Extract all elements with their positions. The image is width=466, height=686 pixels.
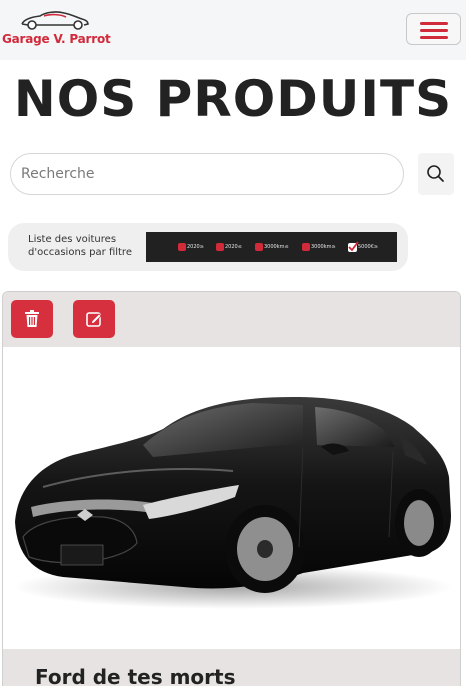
car-logo-icon bbox=[21, 11, 89, 30]
product-image[interactable] bbox=[3, 347, 460, 649]
edit-icon bbox=[86, 312, 102, 327]
filter-year-min[interactable]: 2020≥ bbox=[178, 242, 204, 252]
checkbox-checked[interactable] bbox=[348, 240, 359, 252]
filter-panel: Liste des voitures d'occasions par filtr… bbox=[8, 223, 408, 271]
search-input[interactable] bbox=[10, 153, 404, 195]
page-title: NOS PRODUITS bbox=[13, 70, 453, 128]
menu-toggle-button[interactable] bbox=[406, 13, 461, 45]
filter-options: 2020≥ 2020≤ 3000km≤ 3000km≥ 5000€≥ bbox=[146, 232, 397, 262]
brand-logo[interactable]: Garage V. Parrot bbox=[2, 6, 111, 52]
checkbox[interactable] bbox=[255, 243, 263, 251]
filter-price-min[interactable]: 5000€≥ bbox=[348, 240, 378, 252]
black-sedan-car-photo bbox=[13, 397, 453, 609]
filter-km-max[interactable]: 3000km≤ bbox=[255, 242, 289, 252]
card-actions bbox=[3, 292, 460, 347]
delete-button[interactable] bbox=[11, 300, 53, 338]
edit-button[interactable] bbox=[73, 300, 115, 338]
filter-label: Liste des voitures d'occasions par filtr… bbox=[28, 234, 132, 258]
product-title: Ford de tes morts bbox=[35, 665, 236, 686]
checkmark-icon bbox=[348, 240, 359, 251]
product-card: Ford de tes morts bbox=[2, 291, 461, 686]
checkbox[interactable] bbox=[216, 243, 224, 251]
checkbox[interactable] bbox=[302, 243, 310, 251]
trash-icon bbox=[25, 310, 39, 327]
filter-year-max[interactable]: 2020≤ bbox=[216, 242, 242, 252]
search-button[interactable] bbox=[418, 153, 454, 195]
navbar: Garage V. Parrot bbox=[0, 0, 466, 60]
hamburger-menu-icon bbox=[420, 22, 448, 25]
filter-km-min[interactable]: 3000km≥ bbox=[302, 242, 336, 252]
search-icon bbox=[427, 165, 444, 182]
brand-name: Garage V. Parrot bbox=[2, 32, 111, 46]
checkbox[interactable] bbox=[178, 243, 186, 251]
card-footer: Ford de tes morts bbox=[3, 649, 460, 686]
